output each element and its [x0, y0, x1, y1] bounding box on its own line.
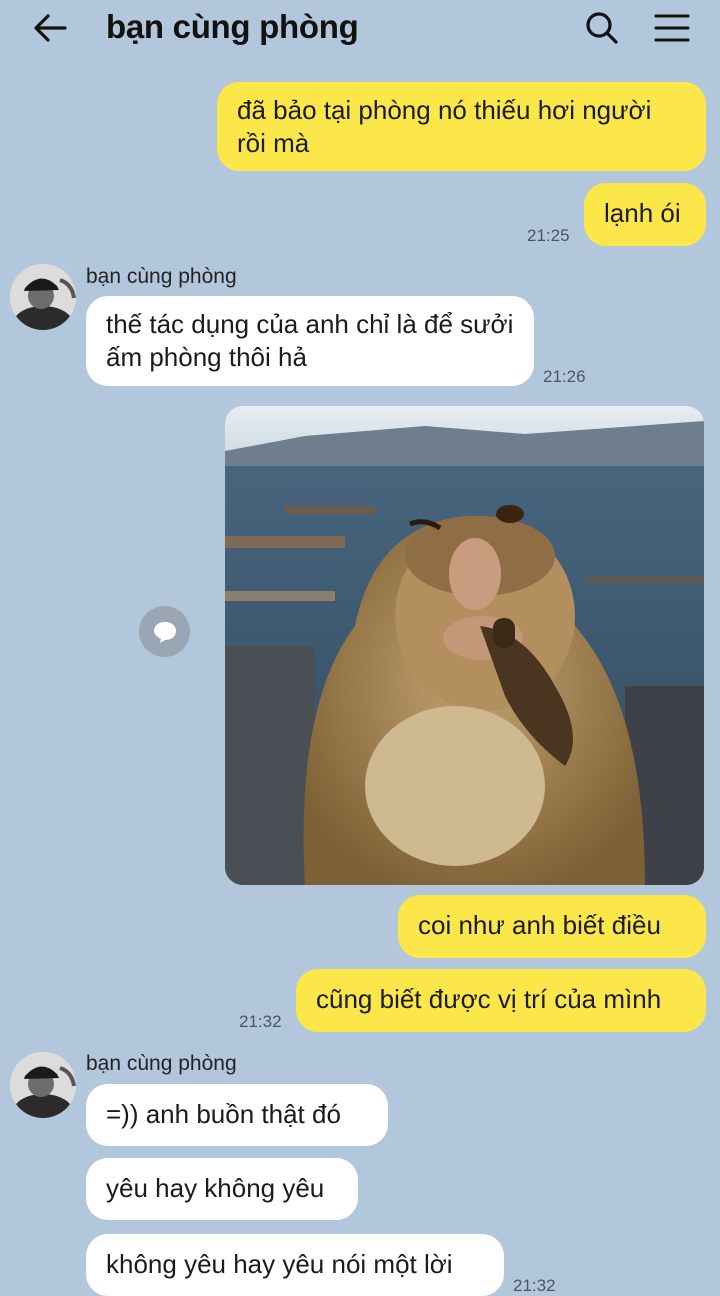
incoming-message[interactable]: yêu hay không yêu [86, 1158, 358, 1220]
sender-name: bạn cùng phòng [86, 265, 237, 288]
incoming-message[interactable]: không yêu hay yêu nói một lời [86, 1234, 504, 1296]
image-message[interactable] [225, 406, 704, 885]
avatar[interactable] [10, 1052, 76, 1118]
outgoing-message[interactable]: cũng biết được vị trí của mình [296, 969, 706, 1032]
chat-bubble-icon [153, 621, 176, 643]
message-time: 21:32 [239, 1012, 282, 1031]
incoming-message[interactable]: =)) anh buồn thật đó [86, 1084, 388, 1146]
message-time: 21:25 [527, 226, 570, 245]
search-button[interactable] [580, 6, 624, 50]
avatar-image [10, 1052, 76, 1118]
incoming-message[interactable]: thế tác dụng của anh chỉ là để sưởi ấm p… [86, 296, 534, 386]
outgoing-message[interactable]: đã bảo tại phòng nó thiếu hơi người rồi … [217, 82, 706, 171]
menu-icon [654, 14, 690, 42]
share-button[interactable] [139, 606, 190, 657]
sender-name: bạn cùng phòng [86, 1052, 237, 1075]
monkey-photo [225, 406, 704, 885]
avatar[interactable] [10, 264, 76, 330]
back-button[interactable] [26, 6, 74, 50]
outgoing-message[interactable]: lạnh ói [584, 183, 706, 246]
chat-title: bạn cùng phòng [106, 8, 359, 45]
chat-header: bạn cùng phòng [0, 0, 720, 60]
search-icon [586, 12, 618, 44]
message-time: 21:32 [513, 1276, 556, 1295]
arrow-left-icon [34, 14, 67, 42]
outgoing-message[interactable]: coi như anh biết điều [398, 895, 706, 958]
avatar-image [10, 264, 76, 330]
menu-button[interactable] [648, 6, 696, 50]
message-time: 21:26 [543, 367, 586, 386]
